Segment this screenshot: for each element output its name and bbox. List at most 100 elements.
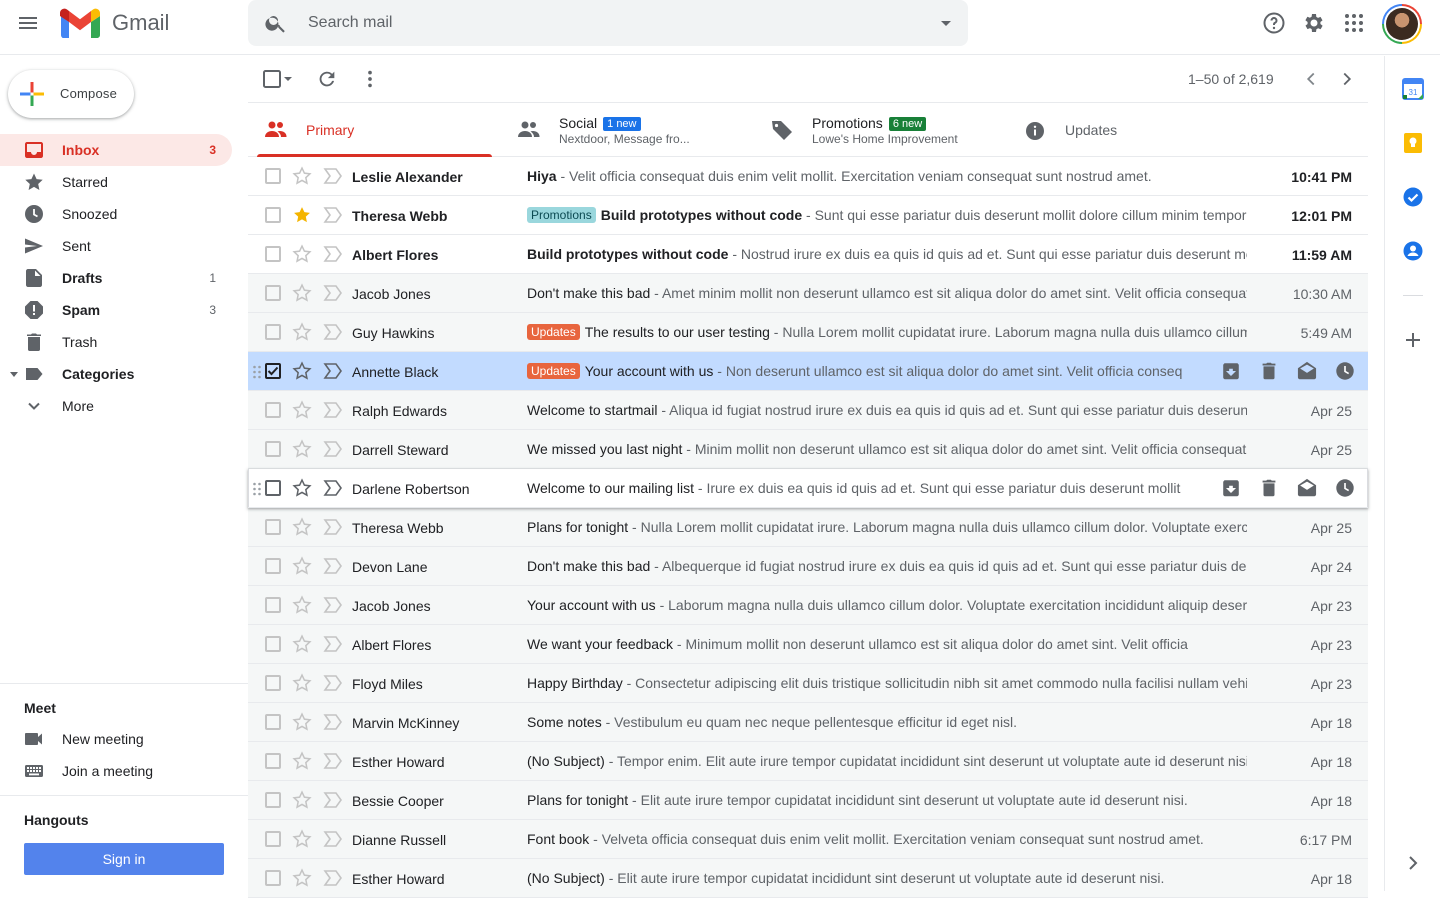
table-row[interactable]: Marvin McKinney Some notes - Vestibulum e… bbox=[248, 703, 1368, 742]
row-checkbox[interactable] bbox=[265, 558, 281, 574]
table-row[interactable]: Guy Hawkins Updates The results to our use… bbox=[248, 313, 1368, 352]
row-checkbox[interactable] bbox=[265, 753, 281, 769]
sidebar-item-spam[interactable]: Spam 3 bbox=[0, 294, 232, 326]
mark-read-icon[interactable] bbox=[1296, 477, 1318, 499]
caret-icon[interactable] bbox=[10, 370, 18, 378]
row-checkbox[interactable] bbox=[265, 207, 281, 223]
importance-icon[interactable] bbox=[323, 752, 343, 770]
table-row[interactable]: Jacob Jones Your account with us - Laboru… bbox=[248, 586, 1368, 625]
importance-icon[interactable] bbox=[323, 596, 343, 614]
settings-icon[interactable] bbox=[1302, 11, 1326, 35]
star-icon[interactable] bbox=[292, 166, 312, 186]
search-bar[interactable] bbox=[248, 0, 968, 46]
table-row[interactable]: Leslie Alexander Hiya - Velit officia con… bbox=[248, 157, 1368, 196]
select-all-checkbox[interactable] bbox=[262, 69, 294, 91]
star-icon[interactable] bbox=[292, 517, 312, 537]
tab-updates[interactable]: Updates bbox=[1007, 103, 1257, 157]
gmail-logo[interactable] bbox=[60, 8, 100, 38]
label-chip[interactable]: Updates bbox=[527, 363, 580, 379]
star-icon[interactable] bbox=[292, 556, 312, 576]
star-icon[interactable] bbox=[292, 400, 312, 420]
row-checkbox[interactable] bbox=[265, 168, 281, 184]
row-checkbox[interactable] bbox=[265, 441, 281, 457]
table-row[interactable]: Jacob Jones Don't make this bad - Amet mi… bbox=[248, 274, 1368, 313]
keep-icon[interactable] bbox=[1402, 132, 1424, 154]
importance-icon[interactable] bbox=[323, 479, 343, 497]
chevron-left-icon[interactable] bbox=[1300, 68, 1322, 90]
sign-in-button[interactable]: Sign in bbox=[24, 843, 224, 875]
row-checkbox[interactable] bbox=[265, 246, 281, 262]
sidebar-item-inbox[interactable]: Inbox 3 bbox=[0, 134, 232, 166]
mark-read-icon[interactable] bbox=[1296, 360, 1318, 382]
table-row[interactable]: Theresa Webb Plans for tonight - Nulla Lo… bbox=[248, 508, 1368, 547]
row-checkbox[interactable] bbox=[265, 714, 281, 730]
sidebar-item-categories[interactable]: Categories bbox=[0, 358, 232, 390]
sidebar-item-starred[interactable]: Starred bbox=[0, 166, 232, 198]
row-checkbox[interactable] bbox=[265, 363, 281, 379]
importance-icon[interactable] bbox=[323, 557, 343, 575]
star-icon[interactable] bbox=[292, 751, 312, 771]
drag-handle-icon[interactable] bbox=[252, 364, 262, 380]
archive-icon[interactable] bbox=[1220, 477, 1242, 499]
star-icon[interactable] bbox=[292, 634, 312, 654]
table-row[interactable]: Darrell Steward We missed you last night … bbox=[248, 430, 1368, 469]
trash-icon[interactable] bbox=[1258, 360, 1280, 382]
star-icon[interactable] bbox=[292, 244, 312, 264]
tab-primary[interactable]: Primary bbox=[248, 103, 498, 157]
search-icon[interactable] bbox=[264, 11, 288, 35]
snooze-icon[interactable] bbox=[1334, 360, 1356, 382]
table-row[interactable]: Dianne Russell Font book - Velveta offici… bbox=[248, 820, 1368, 859]
importance-icon[interactable] bbox=[323, 323, 343, 341]
tasks-icon[interactable] bbox=[1402, 186, 1424, 208]
star-icon[interactable] bbox=[292, 829, 312, 849]
table-row[interactable]: Annette Black Updates Your account with us… bbox=[248, 352, 1368, 391]
label-chip[interactable]: Promotions bbox=[527, 207, 596, 223]
archive-icon[interactable] bbox=[1220, 360, 1242, 382]
importance-icon[interactable] bbox=[323, 518, 343, 536]
star-icon[interactable] bbox=[292, 283, 312, 303]
table-row[interactable]: Esther Howard (No Subject) - Elit aute ir… bbox=[248, 859, 1368, 898]
importance-icon[interactable] bbox=[323, 167, 343, 185]
table-row[interactable]: Theresa Webb Promotions Build prototypes w… bbox=[248, 196, 1368, 235]
sidebar-item-trash[interactable]: Trash bbox=[0, 326, 232, 358]
table-row[interactable]: Ralph Edwards Welcome to startmail - Aliq… bbox=[248, 391, 1368, 430]
row-checkbox[interactable] bbox=[265, 480, 281, 496]
star-icon[interactable] bbox=[292, 439, 312, 459]
tab-social[interactable]: Social 1 new Nextdoor, Message fro... bbox=[501, 103, 751, 157]
menu-icon[interactable] bbox=[16, 11, 40, 35]
importance-icon[interactable] bbox=[323, 206, 343, 224]
drag-handle-icon[interactable] bbox=[252, 481, 262, 497]
table-row[interactable]: Esther Howard (No Subject) - Tempor enim.… bbox=[248, 742, 1368, 781]
row-checkbox[interactable] bbox=[265, 870, 281, 886]
search-input[interactable] bbox=[308, 0, 908, 46]
star-icon[interactable] bbox=[292, 673, 312, 693]
star-icon[interactable] bbox=[292, 361, 312, 381]
chevron-right-icon[interactable] bbox=[1336, 68, 1358, 90]
row-checkbox[interactable] bbox=[265, 675, 281, 691]
star-icon[interactable] bbox=[292, 712, 312, 732]
table-row[interactable]: Devon Lane Don't make this bad - Albequer… bbox=[248, 547, 1368, 586]
star-icon[interactable] bbox=[292, 790, 312, 810]
add-icon[interactable] bbox=[1402, 329, 1424, 351]
row-checkbox[interactable] bbox=[265, 792, 281, 808]
chevron-right-icon[interactable] bbox=[1402, 852, 1424, 874]
compose-button[interactable]: Compose bbox=[8, 70, 134, 118]
star-icon[interactable] bbox=[292, 205, 312, 225]
help-icon[interactable] bbox=[1262, 11, 1286, 35]
avatar[interactable] bbox=[1382, 4, 1422, 44]
importance-icon[interactable] bbox=[323, 440, 343, 458]
join-meeting-button[interactable]: Join a meeting bbox=[0, 755, 248, 787]
table-row[interactable]: Bessie Cooper Plans for tonight - Elit au… bbox=[248, 781, 1368, 820]
star-icon[interactable] bbox=[292, 595, 312, 615]
importance-icon[interactable] bbox=[323, 830, 343, 848]
sidebar-item-drafts[interactable]: Drafts 1 bbox=[0, 262, 232, 294]
importance-icon[interactable] bbox=[323, 284, 343, 302]
table-row[interactable]: Floyd Miles Happy Birthday - Consectetur … bbox=[248, 664, 1368, 703]
table-row[interactable]: Albert Flores Build prototypes without co… bbox=[248, 235, 1368, 274]
importance-icon[interactable] bbox=[323, 362, 343, 380]
tab-promotions[interactable]: Promotions 6 new Lowe's Home Improvement bbox=[754, 103, 1004, 157]
new-meeting-button[interactable]: New meeting bbox=[0, 723, 248, 755]
importance-icon[interactable] bbox=[323, 713, 343, 731]
dropdown-icon[interactable] bbox=[938, 15, 954, 31]
row-checkbox[interactable] bbox=[265, 324, 281, 340]
